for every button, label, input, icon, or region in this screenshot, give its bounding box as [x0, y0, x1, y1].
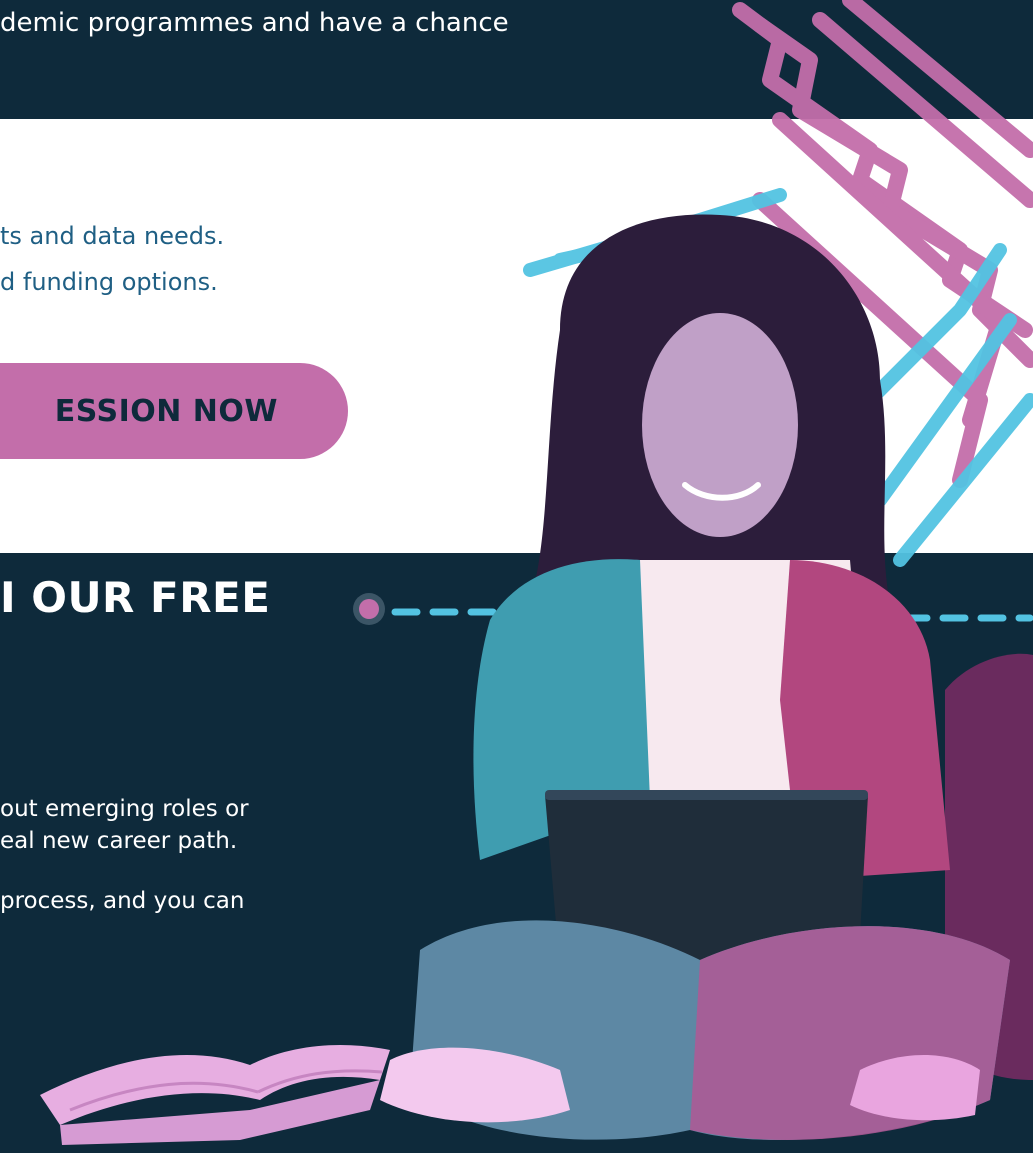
timeline-dot-icon — [359, 599, 379, 619]
hero-illustration — [40, 0, 1033, 1145]
open-book-icon — [40, 1045, 390, 1145]
